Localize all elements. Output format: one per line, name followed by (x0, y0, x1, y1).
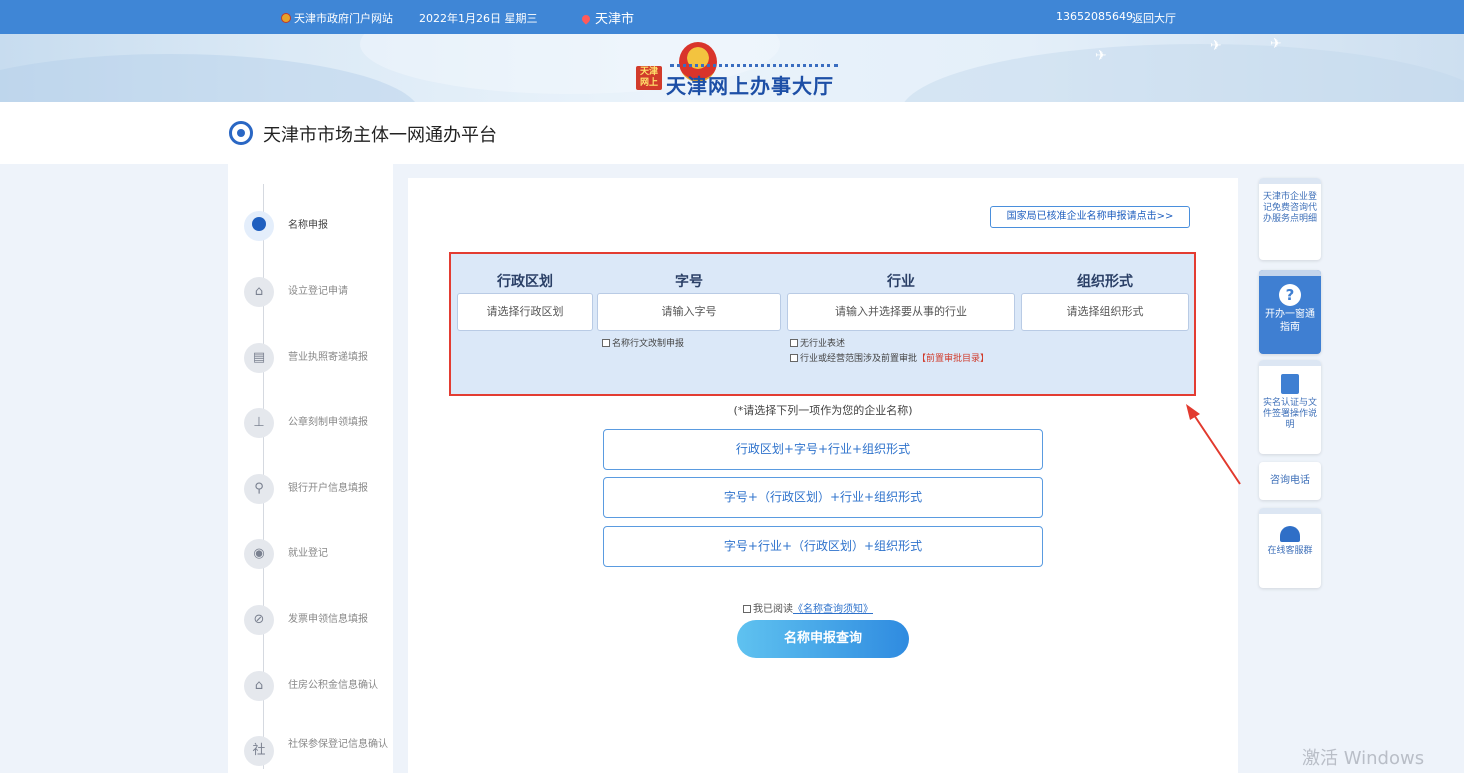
date-text: 2022年1月26日 星期三 (419, 12, 538, 25)
step-name-declaration[interactable]: 名称申报 (244, 211, 394, 241)
bird-icon: ✈ (1095, 48, 1107, 64)
industry-input[interactable]: 请输入并选择要从事的行业 (787, 293, 1015, 331)
name-format-option-2[interactable]: 字号+（行政区划）+行业+组织形式 (603, 477, 1043, 518)
platform-header: 天津市市场主体一网通办平台 (0, 102, 1464, 164)
map-pin-icon: ⚲ (244, 474, 274, 504)
document-icon: ▤ (244, 343, 274, 373)
prereq-approval-checkbox[interactable]: 行业或经营范围涉及前置审批【前置审批目录】 (790, 351, 989, 364)
city-selector[interactable]: 天津市 (580, 8, 634, 27)
main-panel: 国家局已核准企业名称申报请点击>> 行政区划 字号 行业 组织形式 请选择行政区… (408, 178, 1238, 773)
name-compose-box: 行政区划 字号 行业 组织形式 请选择行政区划 请输入字号 请输入并选择要从事的… (449, 252, 1196, 396)
user-icon (244, 211, 274, 241)
name-format-option-1[interactable]: 行政区划+字号+行业+组织形式 (603, 429, 1043, 470)
house-icon: ⌂ (244, 671, 274, 701)
header-banner: ✈ ✈ ✈ 天津网上 天津网上办事大厅 (0, 34, 1464, 102)
step-sidebar: 名称申报 ⌂ 设立登记申请 ▤ 营业执照寄递填报 ⊥ 公章刻制申领填报 ⚲ 银行开户信息… (228, 164, 393, 773)
site-title: 天津网上办事大厅 (666, 74, 834, 98)
service-group-icon (1280, 526, 1300, 542)
location-pin-icon (580, 13, 592, 25)
invoice-icon: ⊘ (244, 605, 274, 635)
book-icon (1281, 374, 1299, 394)
step-registration[interactable]: ⌂ 设立登记申请 (244, 277, 394, 307)
hotline-card[interactable]: 咨询电话 (1259, 462, 1321, 500)
step-bank-account[interactable]: ⚲ 银行开户信息填报 (244, 474, 394, 504)
back-to-hall-link[interactable]: 返回大厅 (1132, 10, 1176, 26)
name-query-button[interactable]: 名称申报查询 (737, 620, 909, 658)
org-select[interactable]: 请选择组织形式 (1021, 293, 1189, 331)
step-housing-fund[interactable]: ⌂ 住房公积金信息确认 (244, 671, 394, 701)
bird-icon: ✈ (1270, 36, 1282, 52)
platform-title: 天津市市场主体一网通办平台 (263, 125, 497, 146)
platform-logo-icon (229, 121, 253, 145)
consult-service-card[interactable]: 天津市企业登记免费咨询代办服务点明细 (1259, 178, 1321, 260)
portal-link[interactable]: 天津市政府门户网站 (281, 10, 393, 26)
prereq-catalog-link[interactable]: 【前置审批目录】 (917, 354, 989, 364)
windows-activation-watermark: 激活 Windows (1302, 748, 1425, 769)
agree-checkbox[interactable]: 我已阅读《名称查询须知》 (743, 600, 873, 615)
social-security-icon: 社 (244, 736, 274, 766)
guide-card[interactable]: ? 开办一窗通指南 (1259, 270, 1321, 354)
question-icon: ? (1279, 284, 1301, 306)
stamp-icon: ⊥ (244, 408, 274, 438)
realname-card[interactable]: 实名认证与文件签署操作说明 (1259, 360, 1321, 454)
annotation-arrow (1186, 404, 1241, 485)
region-header: 行政区划 (497, 274, 553, 290)
no-industry-checkbox[interactable]: 无行业表述 (790, 336, 845, 349)
industry-header: 行业 (887, 274, 915, 290)
step-license-delivery[interactable]: ▤ 营业执照寄递填报 (244, 343, 394, 373)
brand-input[interactable]: 请输入字号 (597, 293, 781, 331)
home-icon: ⌂ (244, 277, 274, 307)
customer-service-card[interactable]: 在线客服群 (1259, 508, 1321, 588)
query-notice-link[interactable]: 《名称查询须知》 (793, 604, 873, 615)
step-employment[interactable]: ◉ 就业登记 (244, 539, 394, 569)
option-hint: (*请选择下列一项作为您的企业名称) (733, 404, 913, 417)
emblem-icon (281, 13, 291, 23)
step-seal[interactable]: ⊥ 公章刻制申领填报 (244, 408, 394, 438)
national-approved-name-link[interactable]: 国家局已核准企业名称申报请点击>> (990, 206, 1190, 228)
briefcase-icon: ◉ (244, 539, 274, 569)
brand-header: 字号 (675, 274, 703, 290)
logo-badge: 天津网上 (636, 66, 662, 90)
top-bar: 天津市政府门户网站 2022年1月26日 星期三 天津市 13652085649… (0, 0, 1464, 34)
step-invoice[interactable]: ⊘ 发票申领信息填报 (244, 605, 394, 635)
region-select[interactable]: 请选择行政区划 (457, 293, 593, 331)
name-format-option-3[interactable]: 字号+行业+（行政区划）+组织形式 (603, 526, 1043, 567)
step-social-security[interactable]: 社社保参保登记信息确认 (244, 736, 394, 766)
bird-icon: ✈ (1210, 38, 1222, 54)
admin-name-checkbox[interactable]: 名称行文改制申报 (602, 336, 684, 349)
org-header: 组织形式 (1077, 274, 1133, 290)
user-phone[interactable]: 13652085649 (1056, 10, 1133, 23)
